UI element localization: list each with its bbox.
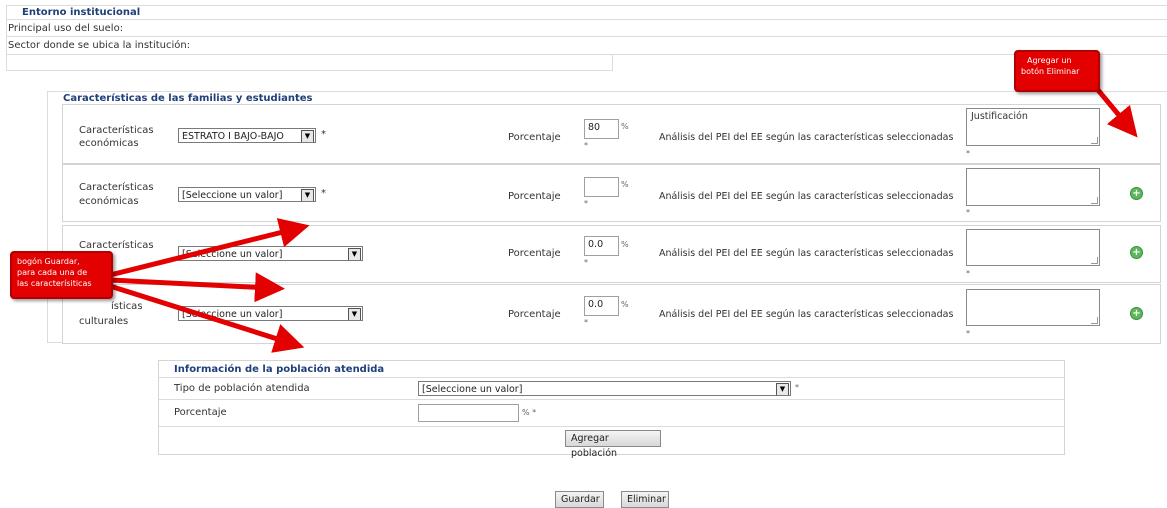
required-mark: * bbox=[795, 383, 799, 392]
pct-symbol: % bbox=[621, 300, 629, 309]
note-line: Agregar un bbox=[1027, 56, 1072, 65]
add-row-plus-icon[interactable]: + bbox=[1130, 307, 1143, 320]
caracteristica-row: Características económicas ESTRATO I BAJ… bbox=[62, 104, 1161, 164]
required-mark: * bbox=[321, 129, 326, 140]
porcentaje-label: Porcentaje bbox=[174, 407, 227, 418]
justificacion-value: Justificación bbox=[971, 111, 1028, 122]
tipo-poblacion-select[interactable]: [Seleccione un valor] ▼ bbox=[418, 381, 791, 396]
pct-symbol: % bbox=[621, 240, 629, 249]
porcentaje-label: Porcentaje bbox=[508, 309, 561, 320]
row-label-line2: culturales bbox=[79, 316, 129, 327]
note-line: para cada una de bbox=[17, 268, 88, 277]
chevron-down-icon[interactable]: ▼ bbox=[348, 308, 361, 320]
add-row-plus-icon[interactable]: + bbox=[1130, 246, 1143, 259]
porcentaje-input[interactable] bbox=[584, 177, 619, 197]
justificacion-textarea[interactable] bbox=[966, 229, 1100, 266]
pct-symbol: % bbox=[621, 122, 629, 131]
required-mark: * bbox=[966, 269, 970, 278]
pct-required: % * bbox=[522, 408, 537, 417]
poblacion-panel: Información de la población atendida Tip… bbox=[158, 360, 1065, 459]
porcentaje-input[interactable]: 80 bbox=[584, 119, 619, 139]
note-line: bogón Guardar, bbox=[17, 257, 80, 266]
porcentaje-label: Porcentaje bbox=[508, 191, 561, 202]
uso-suelo-label: Principal uso del suelo: bbox=[8, 23, 124, 34]
analisis-label: Análisis del PEI del EE según las caract… bbox=[659, 191, 954, 202]
entorno-title: Entorno institucional bbox=[22, 7, 141, 18]
required-mark: * bbox=[966, 149, 970, 158]
annotation-callout-guardar: bogón Guardar, para cada una de las cara… bbox=[10, 251, 113, 299]
pct-symbol: % bbox=[621, 180, 629, 189]
porcentaje-input[interactable]: 0.0 bbox=[584, 236, 619, 256]
analisis-label: Análisis del PEI del EE según las caract… bbox=[659, 132, 954, 143]
select-value: [Seleccione un valor] bbox=[182, 309, 283, 320]
caracteristica-select[interactable]: [Seleccione un valor] ▼ bbox=[178, 306, 363, 321]
justificacion-textarea[interactable]: Justificación bbox=[966, 108, 1100, 146]
required-mark: * bbox=[584, 318, 588, 327]
porcentaje-label: Porcentaje bbox=[508, 132, 561, 143]
resize-handle-icon[interactable] bbox=[1091, 197, 1098, 204]
analisis-label: Análisis del PEI del EE según las caract… bbox=[659, 248, 954, 259]
sector-label: Sector donde se ubica la institución: bbox=[8, 40, 191, 51]
tipo-poblacion-label: Tipo de población atendida bbox=[174, 383, 310, 394]
justificacion-textarea[interactable] bbox=[966, 289, 1100, 326]
required-mark: * bbox=[966, 208, 970, 217]
porcentaje-input[interactable]: 0.0 bbox=[584, 296, 619, 316]
resize-handle-icon[interactable] bbox=[1091, 257, 1098, 264]
eliminar-button[interactable]: Eliminar bbox=[621, 491, 669, 508]
chevron-down-icon[interactable]: ▼ bbox=[301, 130, 314, 142]
chevron-down-icon[interactable]: ▼ bbox=[776, 383, 789, 395]
required-mark: * bbox=[321, 188, 326, 199]
row-label-line2: económicas bbox=[79, 138, 139, 149]
row-label-line1: Características bbox=[79, 125, 154, 136]
chevron-down-icon[interactable]: ▼ bbox=[301, 189, 314, 201]
row-label-line1: Características bbox=[79, 240, 154, 251]
caracteristica-select[interactable]: [Seleccione un valor] ▼ bbox=[178, 187, 316, 202]
note-line: las caracterísiticas bbox=[17, 279, 92, 288]
guardar-button[interactable]: Guardar bbox=[555, 491, 604, 508]
caracteristicas-title: Características de las familias y estudi… bbox=[63, 93, 313, 104]
required-mark: * bbox=[584, 199, 588, 208]
caracteristica-row: ísticas culturales [Seleccione un valor]… bbox=[62, 284, 1161, 344]
add-row-plus-icon[interactable]: + bbox=[1130, 187, 1143, 200]
resize-handle-icon[interactable] bbox=[1091, 137, 1098, 144]
poblacion-title: Información de la población atendida bbox=[174, 364, 385, 375]
annotation-callout-eliminar: Agregar un botón Eliminar bbox=[1014, 50, 1100, 92]
caracteristica-row: Características [Seleccione un valor] ▼ … bbox=[62, 225, 1161, 283]
caracteristica-select[interactable]: ESTRATO I BAJO-BAJO ▼ bbox=[178, 128, 316, 143]
porcentaje-label: Porcentaje bbox=[508, 248, 561, 259]
select-value: [Seleccione un valor] bbox=[182, 249, 283, 260]
row-label-line2: económicas bbox=[79, 196, 139, 207]
row-label-line1: ísticas bbox=[111, 301, 143, 312]
analisis-label: Análisis del PEI del EE según las caract… bbox=[659, 309, 954, 320]
select-value: [Seleccione un valor] bbox=[182, 190, 283, 201]
chevron-down-icon[interactable]: ▼ bbox=[348, 248, 361, 260]
row-label-line1: Características bbox=[79, 182, 154, 193]
select-value: ESTRATO I BAJO-BAJO bbox=[182, 131, 284, 142]
required-mark: * bbox=[584, 141, 588, 150]
note-line: botón Eliminar bbox=[1021, 67, 1080, 76]
resize-handle-icon[interactable] bbox=[1091, 317, 1098, 324]
caracteristica-select[interactable]: [Seleccione un valor] ▼ bbox=[178, 246, 363, 261]
justificacion-textarea[interactable] bbox=[966, 168, 1100, 206]
poblacion-porcentaje-input[interactable] bbox=[418, 404, 519, 422]
select-value: [Seleccione un valor] bbox=[422, 384, 523, 395]
agregar-poblacion-button[interactable]: Agregar población bbox=[565, 430, 661, 459]
required-mark: * bbox=[966, 329, 970, 338]
caracteristica-row: Características económicas [Seleccione u… bbox=[62, 164, 1161, 222]
required-mark: * bbox=[584, 258, 588, 267]
